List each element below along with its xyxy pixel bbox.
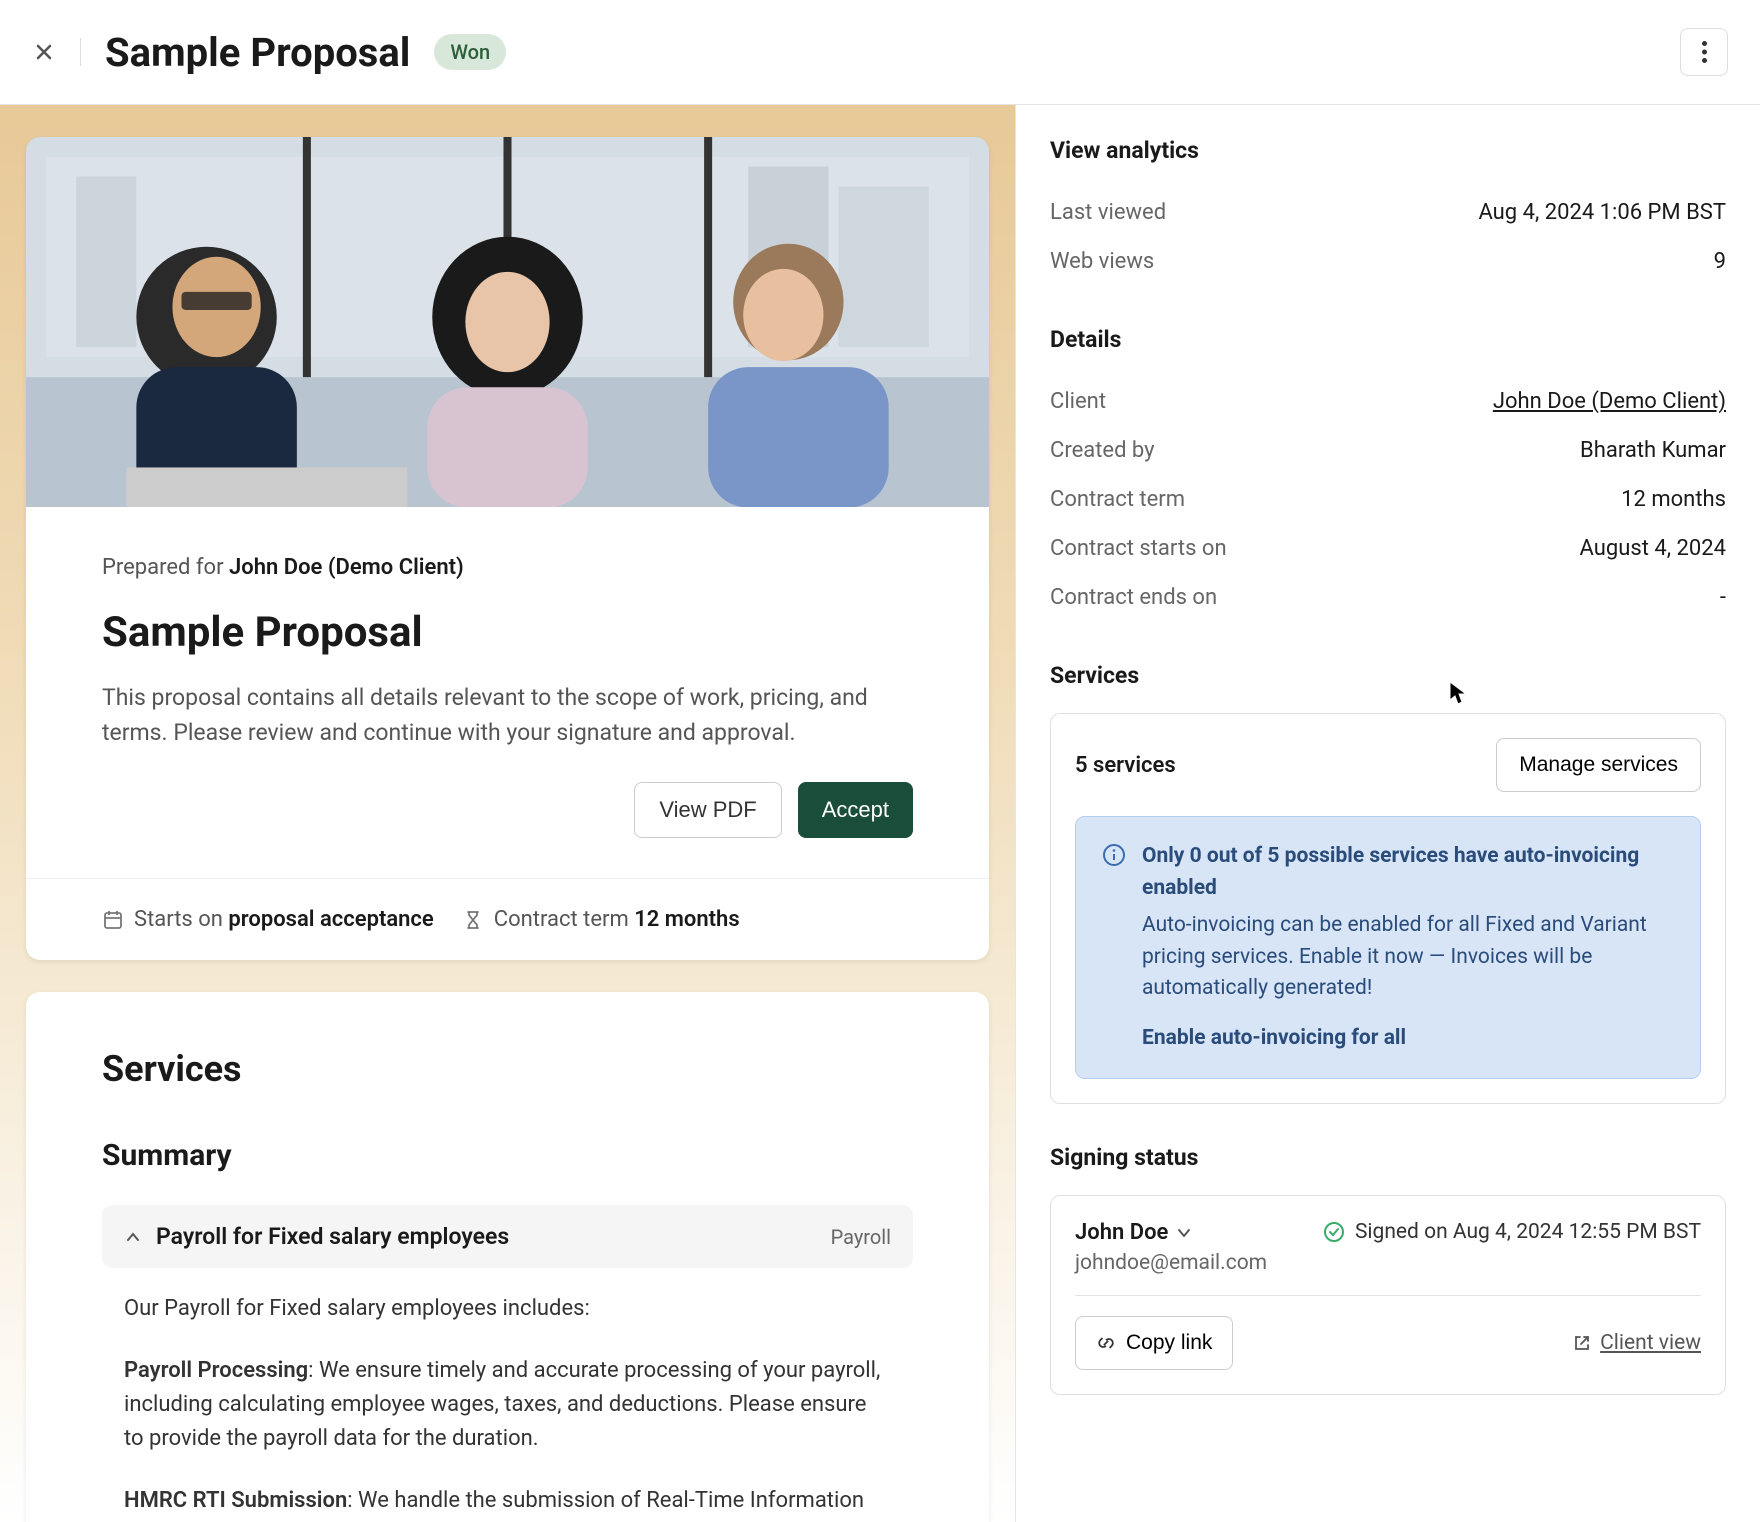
starts-on-value: proposal acceptance [228, 907, 433, 932]
signed-status: Signed on Aug 4, 2024 12:55 PM BST [1323, 1220, 1701, 1244]
contract-term-value: 12 months [634, 907, 739, 932]
chevron-down-icon [1176, 1225, 1192, 1241]
signer-name: John Doe [1075, 1220, 1168, 1245]
starts-on-meta: Starts on proposal acceptance [102, 907, 434, 932]
services-heading: Services [102, 1048, 913, 1090]
status-badge: Won [434, 34, 506, 70]
details-section: Details Client John Doe (Demo Client) Cre… [1050, 326, 1726, 622]
copy-link-label: Copy link [1126, 1331, 1212, 1355]
more-menu-button[interactable] [1680, 28, 1728, 76]
analytics-heading: View analytics [1050, 137, 1726, 164]
enable-auto-invoicing-link[interactable]: Enable auto-invoicing for all [1142, 1023, 1674, 1055]
last-viewed-label: Last viewed [1050, 200, 1166, 225]
copy-link-button[interactable]: Copy link [1075, 1316, 1233, 1370]
manage-services-button[interactable]: Manage services [1496, 738, 1701, 792]
service-intro: Our Payroll for Fixed salary employees i… [124, 1292, 891, 1326]
service-item-name: Payroll for Fixed salary employees [156, 1223, 509, 1250]
client-label: Client [1050, 389, 1106, 414]
page-title: Sample Proposal [105, 29, 410, 76]
proposal-card: Prepared for John Doe (Demo Client) Samp… [26, 137, 989, 960]
last-viewed-value: Aug 4, 2024 1:06 PM BST [1478, 200, 1726, 225]
client-view-label: Client view [1600, 1331, 1701, 1355]
signing-section: Signing status John Doe johndoe@email.co… [1050, 1144, 1726, 1395]
details-heading: Details [1050, 326, 1726, 353]
hero-image [26, 137, 989, 507]
service-p2-title: HMRC RTI Submission [124, 1488, 347, 1513]
created-by-value: Bharath Kumar [1580, 438, 1726, 463]
services-count: 5 services [1075, 753, 1176, 778]
signer-name-row[interactable]: John Doe [1075, 1220, 1267, 1245]
prepared-for-name: John Doe (Demo Client) [229, 555, 464, 580]
more-vertical-icon [1702, 41, 1707, 63]
services-panel-section: Services 5 services Manage services Only… [1050, 662, 1726, 1104]
header-divider [80, 38, 81, 66]
prepared-for: Prepared for John Doe (Demo Client) [102, 555, 913, 580]
close-icon [34, 42, 54, 62]
calendar-icon [102, 909, 124, 931]
summary-heading: Summary [102, 1138, 913, 1173]
ends-label: Contract ends on [1050, 585, 1217, 610]
prepared-for-label: Prepared for [102, 555, 229, 580]
details-pane: View analytics Last viewed Aug 4, 2024 1:… [1015, 105, 1760, 1522]
accept-button[interactable]: Accept [798, 782, 913, 838]
check-circle-icon [1323, 1221, 1345, 1243]
link-icon [1096, 1333, 1116, 1353]
signing-heading: Signing status [1050, 1144, 1726, 1171]
service-item-tag: Payroll [831, 1225, 891, 1249]
signing-divider [1075, 1295, 1701, 1296]
service-item-header[interactable]: Payroll for Fixed salary employees Payro… [102, 1205, 913, 1268]
starts-value: August 4, 2024 [1580, 536, 1726, 561]
service-item-body: Our Payroll for Fixed salary employees i… [102, 1292, 913, 1522]
services-panel-heading: Services [1050, 662, 1726, 689]
info-title: Only 0 out of 5 possible services have a… [1142, 841, 1674, 904]
services-document-card: Services Summary Payroll for Fixed salar… [26, 992, 989, 1522]
contract-term-meta: Contract term 12 months [462, 907, 740, 932]
client-link[interactable]: John Doe (Demo Client) [1493, 389, 1726, 414]
auto-invoicing-info: Only 0 out of 5 possible services have a… [1075, 816, 1701, 1079]
starts-on-label: Starts on [134, 907, 228, 932]
document-preview-pane: Prepared for John Doe (Demo Client) Samp… [0, 105, 1015, 1522]
analytics-section: View analytics Last viewed Aug 4, 2024 1:… [1050, 137, 1726, 286]
info-icon [1102, 843, 1126, 867]
external-link-icon [1572, 1333, 1592, 1353]
term-label: Contract term [1050, 487, 1185, 512]
hourglass-icon [462, 909, 484, 931]
proposal-description: This proposal contains all details relev… [102, 681, 913, 750]
service-p1-title: Payroll Processing [124, 1358, 308, 1383]
client-view-link[interactable]: Client view [1572, 1331, 1701, 1355]
signed-text: Signed on Aug 4, 2024 12:55 PM BST [1355, 1220, 1701, 1244]
chevron-up-icon [124, 1228, 142, 1246]
web-views-value: 9 [1714, 249, 1726, 274]
created-by-label: Created by [1050, 438, 1155, 463]
web-views-label: Web views [1050, 249, 1154, 274]
info-body: Auto-invoicing can be enabled for all Fi… [1142, 910, 1674, 1005]
contract-term-label: Contract term [494, 907, 634, 932]
starts-label: Contract starts on [1050, 536, 1227, 561]
close-button[interactable] [32, 40, 56, 64]
term-value: 12 months [1621, 487, 1726, 512]
signer-email: johndoe@email.com [1075, 1251, 1267, 1275]
proposal-title: Sample Proposal [102, 608, 913, 657]
view-pdf-button[interactable]: View PDF [634, 782, 781, 838]
ends-value: - [1720, 585, 1726, 610]
